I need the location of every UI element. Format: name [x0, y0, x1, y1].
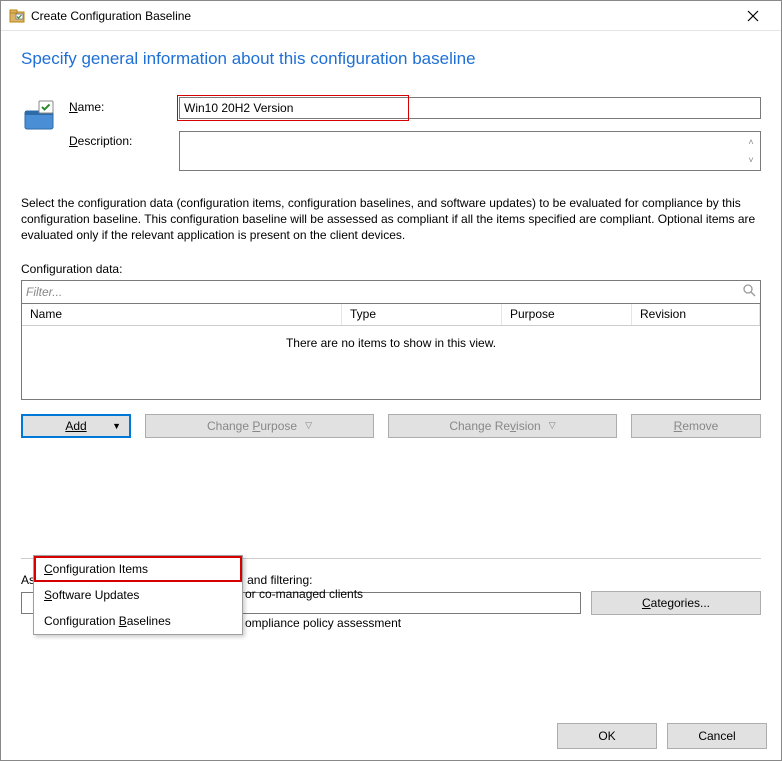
titlebar: Create Configuration Baseline	[1, 1, 781, 31]
app-icon	[9, 8, 25, 24]
window-title: Create Configuration Baseline	[31, 9, 733, 23]
name-label: Name:	[69, 97, 179, 114]
compliance-text-fragment: ompliance policy assessment	[245, 616, 401, 630]
dialog-window: Create Configuration Baseline Specify ge…	[0, 0, 782, 761]
grid-header: Name Type Purpose Revision	[22, 304, 760, 326]
baseline-icon	[21, 97, 57, 133]
column-revision[interactable]: Revision	[632, 304, 760, 325]
grid-empty-text: There are no items to show in this view.	[22, 326, 760, 360]
cancel-button[interactable]: Cancel	[667, 723, 767, 749]
explanation-text: Select the configuration data (configura…	[21, 195, 761, 244]
description-scroll[interactable]: ˄ ˅	[743, 133, 759, 169]
co-managed-text-fragment: or co-managed clients	[245, 587, 363, 601]
name-input[interactable]	[179, 97, 761, 119]
close-button[interactable]	[733, 1, 773, 31]
page-heading: Specify general information about this c…	[21, 49, 761, 69]
column-type[interactable]: Type	[342, 304, 502, 325]
dialog-body: Specify general information about this c…	[1, 31, 781, 712]
filter-placeholder: Filter...	[26, 285, 742, 299]
description-input[interactable]: ˄ ˅	[179, 131, 761, 171]
grid-button-row: Add ▼ Change Purpose ▽ Change Revision ▽…	[21, 414, 761, 438]
menu-item-configuration-items[interactable]: Configuration Items	[34, 556, 242, 582]
config-data-label: Configuration data:	[21, 262, 761, 276]
close-icon	[747, 10, 759, 22]
column-name[interactable]: Name	[22, 304, 342, 325]
chevron-up-icon[interactable]: ˄	[743, 133, 759, 151]
add-button[interactable]: Add ▼	[21, 414, 131, 438]
chevron-down-icon[interactable]: ˅	[743, 151, 759, 169]
menu-item-configuration-baselines[interactable]: Configuration Baselines	[34, 608, 242, 634]
column-purpose[interactable]: Purpose	[502, 304, 632, 325]
config-data-grid[interactable]: Name Type Purpose Revision There are no …	[21, 304, 761, 400]
dialog-footer: OK Cancel	[1, 712, 781, 760]
chevron-down-icon: ▽	[549, 420, 556, 431]
search-icon[interactable]	[742, 283, 756, 300]
remove-button[interactable]: Remove	[631, 414, 761, 438]
name-row: Name: Description: ˄ ˅	[21, 97, 761, 171]
chevron-down-icon: ▼	[112, 421, 121, 431]
ok-button[interactable]: OK	[557, 723, 657, 749]
change-revision-button[interactable]: Change Revision ▽	[388, 414, 617, 438]
filter-input[interactable]: Filter...	[21, 280, 761, 304]
categories-button[interactable]: Categories...	[591, 591, 761, 615]
menu-item-software-updates[interactable]: Software Updates	[34, 582, 242, 608]
chevron-down-icon: ▽	[305, 420, 312, 431]
change-purpose-button[interactable]: Change Purpose ▽	[145, 414, 374, 438]
description-label: Description:	[69, 131, 179, 148]
add-menu: Configuration Items Software Updates Con…	[33, 555, 243, 635]
